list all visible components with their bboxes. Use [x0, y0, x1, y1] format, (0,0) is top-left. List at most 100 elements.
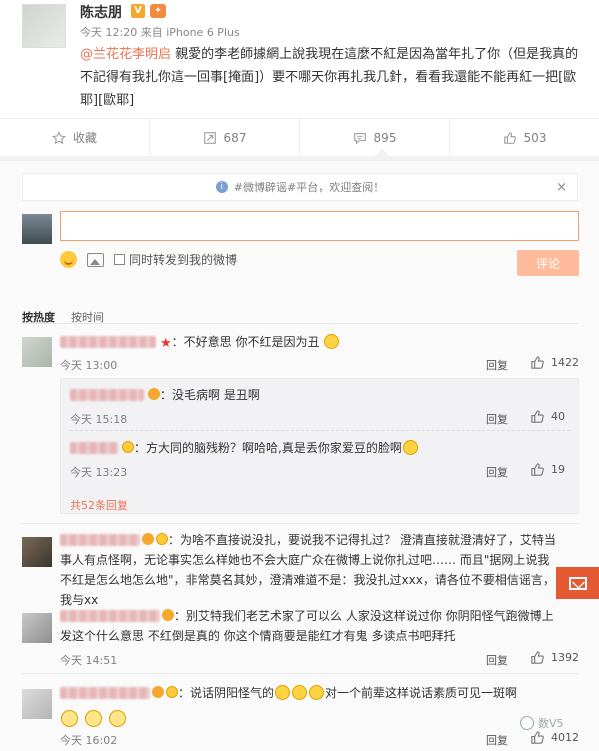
thumbs-up-icon: [531, 356, 544, 369]
comment-like-button[interactable]: 4012: [530, 730, 579, 745]
laughing-emoji-icon: [402, 440, 418, 455]
watermark-text: 数V5: [538, 717, 564, 730]
notice-text: #微博辟谣#平台，欢迎查阅！: [233, 181, 385, 194]
like-count: 40: [551, 410, 565, 423]
comment-body: ：不好意思 你不红是因为丑: [171, 335, 320, 349]
crying-emoji-icon: [61, 710, 78, 727]
cat-emoji-icon: [324, 334, 340, 349]
comment-divider: [22, 673, 578, 674]
reply-button[interactable]: 回复: [486, 652, 508, 668]
gold-badge-icon: [166, 686, 178, 698]
reply-body: ：没毛病啊 是丑啊: [160, 388, 260, 402]
commenter-name-blurred[interactable]: [60, 687, 150, 699]
composer-tools: 同时转发到我的微博: [60, 251, 237, 268]
comment-time: 今天 16:02: [60, 734, 118, 747]
comment-count: 895: [373, 130, 397, 145]
reply-button[interactable]: 回复: [486, 464, 508, 480]
comment-text: ：为啥不直接说没扎，要说我不记得扎过？ 澄清直接就澄清好了，艾特当事人有点怪啊，…: [60, 530, 560, 610]
sort-divider: [22, 323, 578, 324]
repost-count: 687: [223, 130, 247, 145]
favorite-button[interactable]: 收藏: [0, 119, 150, 156]
more-replies-link[interactable]: 共52条回复: [70, 497, 128, 513]
thumbs-up-icon: [531, 410, 544, 423]
comment-input[interactable]: [60, 211, 579, 241]
message-float-button[interactable]: [556, 567, 599, 599]
repost-icon: [203, 131, 216, 144]
mention-link[interactable]: @兰花花李明启: [80, 47, 171, 62]
star-icon: [52, 130, 66, 144]
comment-divider: [22, 523, 578, 524]
comment-like-button[interactable]: 1392: [530, 650, 579, 665]
reply-body: ：方大同的脑残粉？啊哈哈,真是丢你家爱豆的脸啊: [134, 441, 402, 455]
close-icon[interactable]: ×: [556, 180, 567, 195]
watermark: 数V5: [520, 715, 564, 731]
comment-like-button[interactable]: 1422: [530, 355, 579, 370]
my-avatar: [22, 214, 52, 244]
thumbs-up-icon: [503, 131, 516, 144]
reply-button[interactable]: 回复: [486, 357, 508, 373]
crying-emoji-icon: [109, 710, 127, 727]
emoji-row: [60, 709, 127, 728]
comment-time: 今天 14:51: [60, 654, 118, 667]
info-icon: i: [215, 181, 228, 193]
thumbs-up-icon: [531, 731, 544, 744]
comment-panel: i #微博辟谣#平台，欢迎查阅！ × 同时转发到我的微博 评论 按热度 按时间 …: [0, 160, 599, 751]
author-name[interactable]: 陈志朋: [80, 2, 122, 22]
reply-like-button[interactable]: 40: [530, 409, 565, 424]
replier-name-blurred[interactable]: [70, 442, 118, 454]
like-count: 1392: [551, 651, 579, 664]
like-count: 1422: [551, 356, 579, 369]
comment-text: ：说话阴阳怪气的 对一个前辈这样说话素质可见一斑啊: [60, 683, 560, 703]
reply-like-button[interactable]: 19: [530, 462, 565, 477]
comment-button[interactable]: 895: [300, 119, 450, 156]
emoji-icon[interactable]: [60, 251, 77, 268]
post-text: @兰花花李明启 親愛的李老師據網上說我現在這麼不紅是因為當年扎了你（但是我真的不…: [80, 43, 580, 112]
sync-repost-checkbox[interactable]: 同时转发到我的微博: [114, 251, 237, 268]
reply-button[interactable]: 回复: [486, 411, 508, 427]
reply-text: ：没毛病啊 是丑啊: [146, 385, 260, 405]
author-avatar[interactable]: [22, 4, 66, 48]
replier-name-blurred[interactable]: [70, 389, 144, 401]
reply-button[interactable]: 回复: [486, 732, 508, 748]
repost-button[interactable]: 687: [150, 119, 300, 156]
vip-badge-icon: [152, 686, 164, 698]
post-action-bar: 收藏 687 895 503: [0, 118, 599, 156]
comment-time: 今天 13:00: [60, 359, 118, 372]
commenter-name-blurred[interactable]: [60, 336, 156, 348]
weibo-post: 陈志朋 V ✦ 今天 12:20 来自 iPhone 6 Plus @兰花花李明…: [0, 0, 599, 118]
reply-separator: [70, 430, 570, 431]
like-count: 19: [551, 463, 565, 476]
comment-icon: [353, 132, 366, 145]
level-badge-icon: ✦: [150, 4, 166, 18]
favorite-label: 收藏: [72, 131, 97, 145]
like-button[interactable]: 503: [450, 119, 599, 156]
comment-body-cont: 对一个前辈这样说话素质可见一斑啊: [325, 686, 518, 700]
like-count: 4012: [551, 731, 579, 744]
commenter-avatar[interactable]: [22, 613, 52, 643]
reply-text: ：方大同的脑残粉？啊哈哈,真是丢你家爱豆的脸啊: [120, 438, 419, 458]
commenter-name-blurred[interactable]: [60, 610, 160, 622]
sync-repost-label: 同时转发到我的微博: [129, 253, 238, 267]
like-count: 503: [523, 130, 547, 145]
crying-emoji-icon: [275, 685, 291, 700]
submit-comment-button[interactable]: 评论: [517, 250, 579, 276]
commenter-avatar[interactable]: [22, 689, 52, 719]
reply-time: 今天 13:23: [70, 466, 128, 479]
reply-time: 今天 15:18: [70, 413, 128, 426]
crying-emoji-icon: [309, 685, 325, 700]
wechat-icon: [520, 716, 534, 730]
rumor-notice[interactable]: i #微博辟谣#平台，欢迎查阅！ ×: [22, 173, 578, 201]
checkbox-icon: [114, 254, 125, 265]
gold-badge-icon: [122, 441, 134, 453]
comment-text: ：别艾特我们老艺术家了可以么 人家没这样说过你 你阴阳怪气跑微博上发这个什么意思…: [60, 606, 560, 646]
mail-icon: [568, 576, 587, 590]
star-badge-icon: ★: [160, 336, 172, 351]
commenter-name-blurred[interactable]: [60, 534, 140, 546]
comment-body: ：说话阴阳怪气的: [178, 686, 275, 700]
verified-badge: V: [131, 4, 145, 18]
image-icon[interactable]: [87, 252, 104, 267]
thumbs-up-icon: [531, 651, 544, 664]
commenter-avatar[interactable]: [22, 337, 52, 367]
post-meta: 今天 12:20 来自 iPhone 6 Plus: [80, 26, 240, 39]
commenter-avatar[interactable]: [22, 537, 52, 567]
